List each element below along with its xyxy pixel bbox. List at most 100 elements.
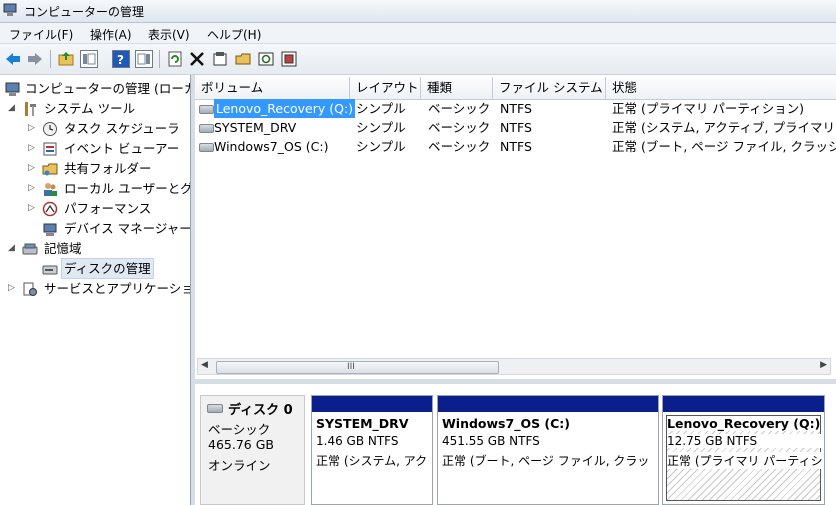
- disk-title: ディスク 0: [228, 403, 293, 418]
- volume-status: 正常 (プライマリ パーティション): [612, 101, 804, 116]
- users-icon: [44, 183, 57, 196]
- column-header-status[interactable]: 状態: [606, 77, 836, 99]
- tree-label: ディスクの管理: [61, 258, 154, 279]
- horizontal-scrollbar[interactable]: ◀ III ▶: [197, 358, 831, 375]
- menu-action[interactable]: 操作(A): [90, 26, 132, 43]
- collapsed-arrow-icon[interactable]: ▷: [28, 119, 38, 138]
- volume-layout: シンプル: [356, 139, 406, 154]
- table-row[interactable]: SYSTEM_DRV シンプル ベーシック NTFS 正常 (システム, アクテ…: [195, 118, 836, 137]
- event-viewer-icon: [43, 142, 57, 156]
- performance-icon: [42, 201, 58, 217]
- tree-label: パフォーマンス: [64, 201, 152, 216]
- device-manager-icon: [43, 223, 57, 236]
- partition-bar: [663, 396, 824, 412]
- menu-help[interactable]: ヘルプ(H): [207, 26, 261, 43]
- disk-size: 465.76 GB: [208, 437, 274, 452]
- tree-label: コンピューターの管理 (ローカ: [25, 81, 191, 96]
- partition-name: SYSTEM_DRV: [316, 416, 409, 431]
- tree-label: ローカル ユーザーとグ: [64, 181, 191, 196]
- volume-fs: NTFS: [500, 120, 532, 135]
- tree-label: サービスとアプリケーショ: [44, 281, 191, 296]
- volume-icon: [199, 124, 214, 133]
- volume-name: Lenovo_Recovery (Q:): [214, 99, 356, 118]
- column-header-layout[interactable]: レイアウト: [350, 77, 421, 99]
- volume-fs: NTFS: [500, 101, 532, 116]
- refresh-icon[interactable]: [166, 50, 184, 68]
- partition-bar: [438, 396, 658, 412]
- volume-type: ベーシック: [428, 120, 491, 135]
- partition-size: 451.55 GB NTFS: [442, 434, 540, 448]
- volume-fs: NTFS: [500, 139, 532, 154]
- disk-management-pane: ボリューム レイアウト 種類 ファイル システム 状態 Lenovo_Recov…: [195, 75, 836, 505]
- partition-size: 1.46 GB NTFS: [316, 434, 399, 448]
- menu-view[interactable]: 表示(V): [148, 26, 190, 43]
- partition-lenovo-recovery[interactable]: Lenovo_Recovery (Q:) 12.75 GB NTFS 正常 (プ…: [662, 395, 825, 505]
- back-icon[interactable]: [4, 50, 22, 68]
- column-header-volume[interactable]: ボリューム: [195, 77, 350, 99]
- table-row[interactable]: Lenovo_Recovery (Q:) シンプル ベーシック NTFS 正常 …: [195, 99, 836, 118]
- disk-0-label[interactable]: ディスク 0 ベーシック 465.76 GB オンライン: [200, 395, 305, 505]
- menu-file[interactable]: ファイル(F): [9, 26, 73, 43]
- scrollbar-grip: III: [347, 362, 355, 372]
- collapsed-arrow-icon[interactable]: ▷: [28, 179, 38, 198]
- navigation-tree: コンピューターの管理 (ローカ ◢ システム ツール ▷ タスク スケジューラ …: [0, 75, 191, 505]
- up-folder-icon[interactable]: [57, 50, 75, 68]
- disk-type: ベーシック: [208, 422, 271, 437]
- help-icon[interactable]: ?: [112, 50, 130, 68]
- tree-label: タスク スケジューラ: [64, 121, 180, 136]
- volume-icon: [199, 143, 214, 152]
- window-title: コンピューターの管理: [24, 5, 145, 19]
- scrollbar-thumb[interactable]: III: [216, 361, 499, 374]
- disk-icon: [207, 404, 223, 413]
- delete-icon[interactable]: [188, 50, 206, 68]
- volume-name: SYSTEM_DRV: [214, 120, 297, 135]
- tree-label: システム ツール: [44, 101, 136, 116]
- scroll-left-icon[interactable]: ◀: [201, 360, 208, 370]
- partition-name: Windows7_OS (C:): [442, 416, 571, 431]
- show-hide-tree-icon[interactable]: [80, 50, 98, 68]
- scroll-right-icon[interactable]: ▶: [820, 360, 827, 370]
- properties-icon[interactable]: [211, 50, 229, 68]
- column-header-type[interactable]: 種類: [421, 77, 493, 99]
- partition-bar: [312, 396, 432, 412]
- volume-type: ベーシック: [428, 101, 491, 116]
- collapsed-arrow-icon[interactable]: ▷: [8, 279, 18, 298]
- partition-status: 正常 (プライマリ パーティシ: [667, 452, 822, 469]
- tools-icon: [25, 102, 36, 116]
- tree-label: デバイス マネージャー: [64, 221, 191, 236]
- disk-graphic-view: ディスク 0 ベーシック 465.76 GB オンライン SYSTEM_DRV …: [195, 384, 836, 505]
- action-pane-icon[interactable]: [135, 50, 153, 68]
- toolbar-separator: [159, 50, 160, 68]
- title-bar: コンピューターの管理: [0, 0, 836, 23]
- partition-status: 正常 (システム, アク: [316, 454, 428, 468]
- forward-icon[interactable]: [26, 50, 44, 68]
- volume-status: 正常 (システム, アクティブ, プライマリ: [612, 120, 835, 135]
- toolbar: ?: [0, 44, 836, 75]
- volume-layout: シンプル: [356, 120, 406, 135]
- table-row[interactable]: Windows7_OS (C:) シンプル ベーシック NTFS 正常 (ブート…: [195, 137, 836, 156]
- volume-name: Windows7_OS (C:): [214, 139, 329, 154]
- disk-management-icon: [42, 265, 58, 275]
- clock-icon: [43, 122, 57, 136]
- open-folder-icon[interactable]: [234, 50, 252, 68]
- partition-windows7-os[interactable]: Windows7_OS (C:) 451.55 GB NTFS 正常 (ブート,…: [437, 395, 659, 505]
- expanded-arrow-icon[interactable]: ◢: [8, 239, 18, 258]
- services-icon: [23, 282, 37, 296]
- settings-icon[interactable]: [280, 50, 298, 68]
- expanded-arrow-icon[interactable]: ◢: [8, 99, 18, 118]
- collapsed-arrow-icon[interactable]: ▷: [28, 139, 38, 158]
- volume-layout: シンプル: [356, 101, 406, 116]
- partition-system-drv[interactable]: SYSTEM_DRV 1.46 GB NTFS 正常 (システム, アク: [311, 395, 433, 505]
- svg-text:?: ?: [117, 53, 124, 67]
- collapsed-arrow-icon[interactable]: ▷: [28, 159, 38, 178]
- disk-status: オンライン: [208, 458, 271, 473]
- toolbar-separator: [50, 50, 51, 68]
- tree-label: イベント ビューアー: [64, 141, 180, 156]
- computer-management-icon: [3, 3, 17, 16]
- collapsed-arrow-icon[interactable]: ▷: [28, 199, 38, 218]
- column-header-file-system[interactable]: ファイル システム: [493, 77, 606, 99]
- search-icon[interactable]: [257, 50, 275, 68]
- partition-status: 正常 (ブート, ページ ファイル, クラッ: [442, 454, 650, 468]
- shared-folder-icon: [42, 163, 58, 176]
- volume-type: ベーシック: [428, 139, 491, 154]
